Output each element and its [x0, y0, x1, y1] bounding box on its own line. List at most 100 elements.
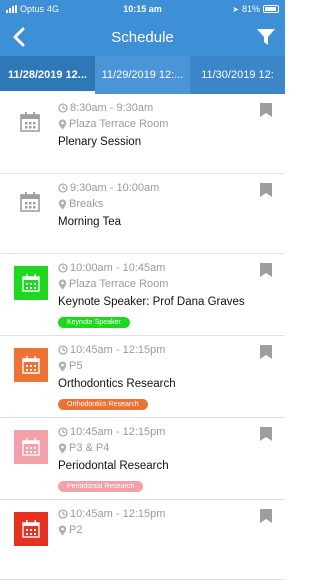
battery-percent: 81% [241, 4, 260, 14]
date-tab-3[interactable]: 11/30/2019 12: [190, 56, 285, 94]
status-bar: Optus 4G 10:15 am ➤ 81% [0, 0, 285, 18]
filter-button[interactable] [253, 24, 279, 50]
event-location-row: P2 [58, 522, 255, 538]
clock-icon [58, 103, 68, 113]
battery-icon [263, 5, 279, 13]
carrier-name: Optus [20, 4, 45, 14]
calendar-icon [14, 348, 48, 382]
event-time: 8:30am - 9:30am [70, 102, 154, 114]
event-location: Breaks [69, 198, 104, 210]
bookmark-button[interactable] [260, 103, 272, 117]
event-time: 9:30am - 10:00am [70, 182, 160, 194]
event-title: Orthodontics Research [58, 378, 176, 390]
clock-icon [58, 427, 68, 437]
calendar-icon [20, 112, 40, 132]
bookmark-button[interactable] [260, 263, 272, 277]
event-time-row: 9:30am - 10:00am [58, 180, 255, 196]
clock-icon [58, 183, 68, 193]
calendar-icon [14, 512, 48, 546]
page-title: Schedule [111, 28, 174, 46]
event-title: Periodontal Research [58, 460, 169, 472]
event-item[interactable]: 8:30am - 9:30am Plaza Terrace Room Plenary… [0, 94, 285, 174]
location-pin-icon [58, 119, 67, 129]
event-title: Plenary Session [58, 136, 142, 148]
event-location-row: P3 & P4 [58, 440, 255, 456]
event-item[interactable]: 10:45am - 12:15pm P3 & P4 Periodontal Rese… [0, 418, 285, 500]
event-location: P5 [69, 360, 83, 372]
event-location-row: P5 [58, 358, 255, 374]
network-type: 4G [47, 4, 60, 14]
back-button[interactable] [6, 24, 32, 50]
bookmark-button[interactable] [260, 427, 272, 441]
event-info: 10:45am - 12:15pm P5 Orthodontics Research… [58, 342, 255, 411]
bookmark-icon [260, 103, 272, 117]
bookmark-icon [260, 345, 272, 359]
event-time-row: 10:45am - 12:15pm [58, 342, 255, 358]
event-location-row: Breaks [58, 196, 255, 212]
event-item[interactable]: 10:45am - 12:15pm P5 Orthodontics Research… [0, 336, 285, 418]
event-time-row: 10:00am - 10:45am [58, 260, 255, 276]
location-pin-icon [58, 361, 67, 371]
clock-icon [58, 509, 68, 519]
event-location-row: Plaza Terrace Room [58, 116, 255, 132]
filter-icon [257, 29, 275, 45]
event-info: 10:45am - 12:15pm P2 [58, 506, 255, 538]
clock: 10:15 am [123, 4, 162, 14]
bookmark-icon [260, 183, 272, 197]
location-icon: ➤ [232, 4, 239, 14]
clock-icon [58, 263, 68, 273]
location-pin-icon [58, 525, 67, 535]
carrier-info: Optus 4G [6, 4, 96, 14]
signal-icon [6, 5, 17, 13]
event-calendar-badge [14, 266, 48, 300]
event-info: 8:30am - 9:30am Plaza Terrace Room Plenary… [58, 100, 255, 151]
status-right: ➤ 81% [189, 4, 279, 14]
event-tag: Keynote Speaker [58, 317, 130, 328]
event-info: 10:00am - 10:45am Plaza Terrace Room Keyno… [58, 260, 255, 329]
location-pin-icon [58, 443, 67, 453]
event-time-row: 10:45am - 12:15pm [58, 424, 255, 440]
event-time: 10:45am - 12:15pm [70, 508, 166, 520]
bookmark-icon [260, 263, 272, 277]
date-tab-2[interactable]: 11/29/2019 12:... [95, 56, 190, 94]
calendar-icon [20, 192, 40, 212]
event-time-row: 8:30am - 9:30am [58, 100, 255, 116]
location-pin-icon [58, 279, 67, 289]
event-calendar-badge [16, 188, 44, 216]
event-location: Plaza Terrace Room [69, 118, 169, 130]
event-time: 10:00am - 10:45am [70, 262, 166, 274]
event-title: Morning Tea [58, 216, 122, 228]
date-tab-1[interactable]: 11/28/2019 12... [0, 56, 95, 94]
event-location: P2 [69, 524, 83, 536]
event-time: 10:45am - 12:15pm [70, 344, 166, 356]
event-location: Plaza Terrace Room [69, 278, 169, 290]
bookmark-icon [260, 509, 272, 523]
date-tabs: 11/28/2019 12... 11/29/2019 12:... 11/30… [0, 56, 285, 94]
navigation-bar: Schedule [0, 18, 285, 56]
event-calendar-badge [14, 512, 48, 546]
event-location: P3 & P4 [69, 442, 110, 454]
chevron-left-icon [13, 27, 25, 47]
bookmark-button[interactable] [260, 183, 272, 197]
bookmark-button[interactable] [260, 509, 272, 523]
event-time: 10:45am - 12:15pm [70, 426, 166, 438]
bookmark-icon [260, 427, 272, 441]
event-list: 8:30am - 9:30am Plaza Terrace Room Plenary… [0, 94, 285, 580]
event-title: Keynote Speaker: Prof Dana Graves [58, 296, 245, 308]
event-tag: Orthodontics Research [58, 399, 148, 410]
event-item[interactable]: 10:45am - 12:15pm P2 [0, 500, 285, 580]
event-info: 9:30am - 10:00am Breaks Morning Tea [58, 180, 255, 231]
event-calendar-badge [14, 348, 48, 382]
event-info: 10:45am - 12:15pm P3 & P4 Periodontal Rese… [58, 424, 255, 493]
bookmark-button[interactable] [260, 345, 272, 359]
event-calendar-badge [16, 108, 44, 136]
event-calendar-badge [14, 430, 48, 464]
event-item[interactable]: 10:00am - 10:45am Plaza Terrace Room Keyno… [0, 254, 285, 336]
event-tag: Periodontal Research [58, 481, 144, 492]
clock-icon [58, 345, 68, 355]
event-location-row: Plaza Terrace Room [58, 276, 255, 292]
calendar-icon [14, 266, 48, 300]
location-pin-icon [58, 199, 67, 209]
event-item[interactable]: 9:30am - 10:00am Breaks Morning Tea [0, 174, 285, 254]
calendar-icon [14, 430, 48, 464]
